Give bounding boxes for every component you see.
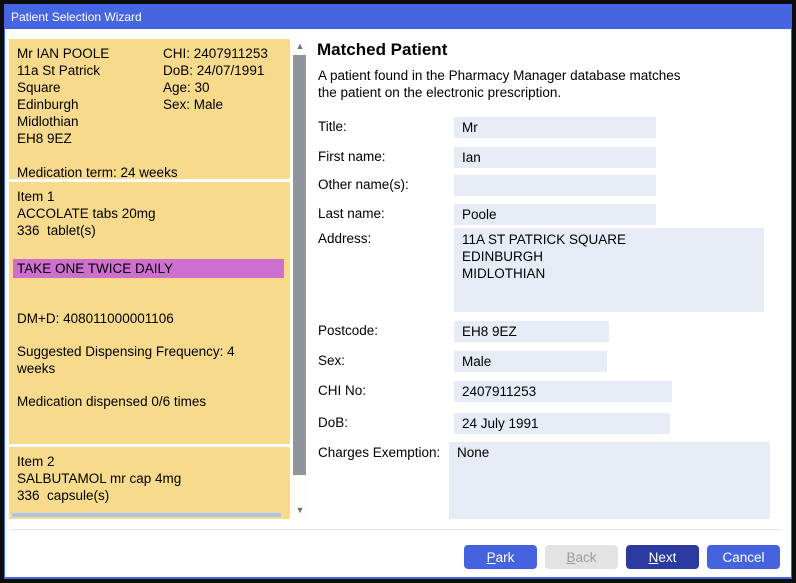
patient-dob: DoB: 24/07/1991	[163, 62, 282, 79]
scroll-up-icon[interactable]: ▲	[292, 39, 308, 53]
park-button[interactable]: Park	[464, 545, 537, 569]
footer-divider	[10, 529, 782, 530]
patient-address-line: 11a St Patrick	[17, 62, 163, 79]
horizontal-scrollbar[interactable]	[12, 513, 281, 517]
patient-chi: CHI: 2407911253	[163, 45, 282, 62]
back-button[interactable]: Back	[545, 545, 618, 569]
scrollbar-thumb[interactable]	[293, 55, 306, 475]
page-title: Matched Patient	[317, 40, 447, 60]
title-bar: Patient Selection Wizard	[4, 4, 792, 29]
item-dmd-code: DM+D: 408011000001106	[17, 310, 282, 327]
patient-address-line: Edinburgh	[17, 96, 163, 113]
charges-exemption-label: Charges Exemption:	[318, 445, 440, 460]
last-name-field[interactable]: Poole	[454, 204, 656, 225]
prescription-item-card: Item 1 ACCOLATE tabs 20mg 336 tablet(s) …	[9, 182, 290, 444]
cancel-button[interactable]: Cancel	[707, 545, 780, 569]
title-label: Title:	[318, 119, 347, 134]
item-drug: SALBUTAMOL mr cap 4mg	[17, 470, 282, 487]
address-label: Address:	[318, 231, 371, 246]
window-title: Patient Selection Wizard	[11, 10, 142, 24]
other-names-field[interactable]	[454, 175, 656, 196]
patient-address-line: EH8 9EZ	[17, 130, 163, 147]
item-drug: ACCOLATE tabs 20mg	[17, 205, 282, 222]
address-field[interactable]: 11A ST PATRICK SQUARE EDINBURGH MIDLOTHI…	[454, 228, 764, 312]
patient-address-line: Square	[17, 79, 163, 96]
last-name-label: Last name:	[318, 206, 385, 221]
sex-label: Sex:	[318, 353, 345, 368]
chi-no-field[interactable]: 2407911253	[454, 381, 672, 402]
dob-label: DoB:	[318, 415, 348, 430]
patient-address-line: Midlothian	[17, 113, 163, 130]
item-title: Item 1	[17, 188, 282, 205]
item-dispensed-count: Medication dispensed 0/6 times	[17, 393, 282, 410]
postcode-label: Postcode:	[318, 323, 378, 338]
postcode-field[interactable]: EH8 9EZ	[454, 321, 609, 342]
other-names-label: Other name(s):	[318, 177, 409, 192]
scroll-down-icon[interactable]: ▼	[292, 503, 308, 517]
sex-field[interactable]: Male	[454, 351, 607, 372]
patient-name: Mr IAN POOLE	[17, 45, 163, 62]
first-name-field[interactable]: Ian	[454, 147, 656, 168]
item-dispensing-frequency: Suggested Dispensing Frequency: 4 weeks	[17, 343, 267, 377]
next-button[interactable]: Next	[626, 545, 699, 569]
patient-selection-wizard-dialog: Patient Selection Wizard Mr IAN POOLE 11…	[0, 0, 796, 583]
item-quantity: 336 tablet(s)	[17, 222, 282, 239]
dob-field[interactable]: 24 July 1991	[454, 413, 670, 434]
chi-no-label: CHI No:	[318, 383, 366, 398]
patient-summary-card: Mr IAN POOLE 11a St Patrick Square Edinb…	[9, 39, 290, 179]
first-name-label: First name:	[318, 149, 386, 164]
medication-term: Medication term: 24 weeks	[17, 164, 282, 181]
charges-exemption-field[interactable]: None	[449, 442, 770, 519]
patient-age: Age: 30	[163, 79, 282, 96]
prescription-item-card: Item 2 SALBUTAMOL mr cap 4mg 336 capsule…	[9, 447, 290, 519]
dialog-body: Mr IAN POOLE 11a St Patrick Square Edinb…	[5, 29, 791, 577]
patient-sex: Sex: Male	[163, 96, 282, 113]
page-description: A patient found in the Pharmacy Manager …	[318, 67, 680, 101]
prescription-scrollbar[interactable]: ▲ ▼	[292, 39, 308, 519]
dosage-highlight: TAKE ONE TWICE DAILY	[13, 259, 284, 278]
item-title: Item 2	[17, 453, 282, 470]
title-field[interactable]: Mr	[454, 117, 656, 138]
item-quantity: 336 capsule(s)	[17, 487, 282, 504]
